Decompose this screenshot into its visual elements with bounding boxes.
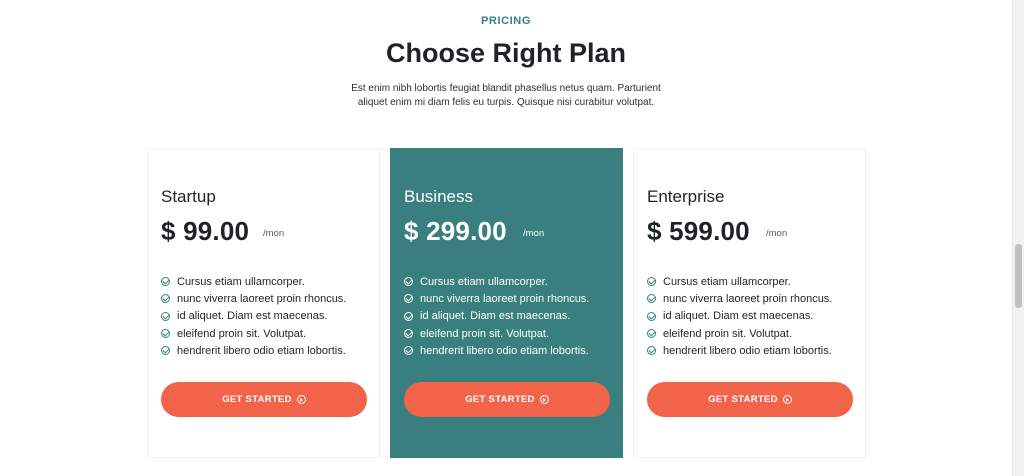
feature-item: hendrerit libero odio etiam lobortis. [161,342,346,359]
get-started-button-enterprise[interactable]: GET STARTED [647,382,853,417]
arrow-circle-right-icon [296,395,306,404]
section-eyebrow: PRICING [480,15,532,27]
feature-list: Cursus etiam ullamcorper. nunc viverra l… [161,273,346,359]
feature-item: nunc viverra laoreet proin rhoncus. [161,290,346,307]
check-circle-icon [647,294,656,304]
feature-item: eleifend proin sit. Volutpat. [161,325,346,342]
feature-text: eleifend proin sit. Volutpat. [663,327,793,340]
feature-text: Cursus etiam ullamcorper. [177,275,305,288]
check-circle-icon [404,294,413,304]
plan-period: /mon [263,228,285,239]
vertical-scrollbar[interactable] [1012,0,1024,476]
feature-text: nunc viverra laoreet proin rhoncus. [663,292,833,305]
feature-list: Cursus etiam ullamcorper. nunc viverra l… [404,273,589,359]
check-circle-icon [647,311,656,321]
plan-name: Business [404,187,473,206]
check-circle-icon [647,346,656,356]
page: PRICING Choose Right Plan Est enim nibh … [0,0,1024,476]
feature-text: nunc viverra laoreet proin rhoncus. [420,292,590,305]
page-title: Choose Right Plan [385,38,626,68]
feature-text: eleifend proin sit. Volutpat. [177,327,307,340]
check-circle-icon [404,277,413,287]
arrow-circle-right-icon [539,395,549,404]
plan-name: Startup [161,187,216,206]
pricing-plans: Startup $ 99.00 /mon Cursus etiam ullamc… [147,148,866,458]
get-started-button-startup[interactable]: GET STARTED [161,382,367,417]
plan-card-enterprise: Enterprise $ 599.00 /mon Cursus etiam ul… [633,148,866,458]
check-circle-icon [161,277,170,287]
feature-text: id aliquet. Diam est maecenas. [177,310,328,323]
plan-price: $ 299.00 [404,216,507,246]
plan-card-business: Business $ 299.00 /mon Cursus etiam ulla… [390,148,623,458]
check-circle-icon [404,329,413,339]
feature-text: Cursus etiam ullamcorper. [663,275,791,288]
feature-text: hendrerit libero odio etiam lobortis. [663,344,832,357]
feature-item: Cursus etiam ullamcorper. [161,273,346,290]
feature-item: eleifend proin sit. Volutpat. [647,325,832,342]
feature-item: id aliquet. Diam est maecenas. [161,308,346,325]
feature-item: nunc viverra laoreet proin rhoncus. [404,290,589,307]
feature-list: Cursus etiam ullamcorper. nunc viverra l… [647,273,832,359]
feature-item: id aliquet. Diam est maecenas. [647,308,832,325]
feature-item: hendrerit libero odio etiam lobortis. [404,342,589,359]
feature-item: Cursus etiam ullamcorper. [647,273,832,290]
feature-item: id aliquet. Diam est maecenas. [404,308,589,325]
check-circle-icon [161,294,170,304]
plan-name: Enterprise [647,187,725,206]
plan-card-startup: Startup $ 99.00 /mon Cursus etiam ullamc… [147,148,380,458]
section-description: Est enim nibh lobortis feugiat blandit p… [351,83,661,108]
feature-text: id aliquet. Diam est maecenas. [420,310,571,323]
feature-item: Cursus etiam ullamcorper. [404,273,589,290]
button-label: GET STARTED [222,394,292,405]
arrow-circle-right-icon [782,395,792,404]
check-circle-icon [404,346,413,356]
check-circle-icon [647,277,656,287]
feature-text: hendrerit libero odio etiam lobortis. [420,344,589,357]
scrollbar-thumb[interactable] [1015,244,1022,308]
feature-text: Cursus etiam ullamcorper. [420,275,548,288]
check-circle-icon [161,329,170,339]
button-label: GET STARTED [465,394,535,405]
plan-price: $ 599.00 [647,216,750,246]
feature-text: id aliquet. Diam est maecenas. [663,310,814,323]
feature-text: nunc viverra laoreet proin rhoncus. [177,292,347,305]
feature-item: hendrerit libero odio etiam lobortis. [647,342,832,359]
check-circle-icon [161,346,170,356]
check-circle-icon [161,311,170,321]
button-label: GET STARTED [708,394,778,405]
plan-period: /mon [523,228,545,239]
feature-text: eleifend proin sit. Volutpat. [420,327,550,340]
feature-item: nunc viverra laoreet proin rhoncus. [647,290,832,307]
check-circle-icon [404,311,413,321]
feature-item: eleifend proin sit. Volutpat. [404,325,589,342]
plan-period: /mon [766,228,788,239]
feature-text: hendrerit libero odio etiam lobortis. [177,344,346,357]
get-started-button-business[interactable]: GET STARTED [404,382,610,417]
check-circle-icon [647,329,656,339]
plan-price: $ 99.00 [161,216,250,246]
